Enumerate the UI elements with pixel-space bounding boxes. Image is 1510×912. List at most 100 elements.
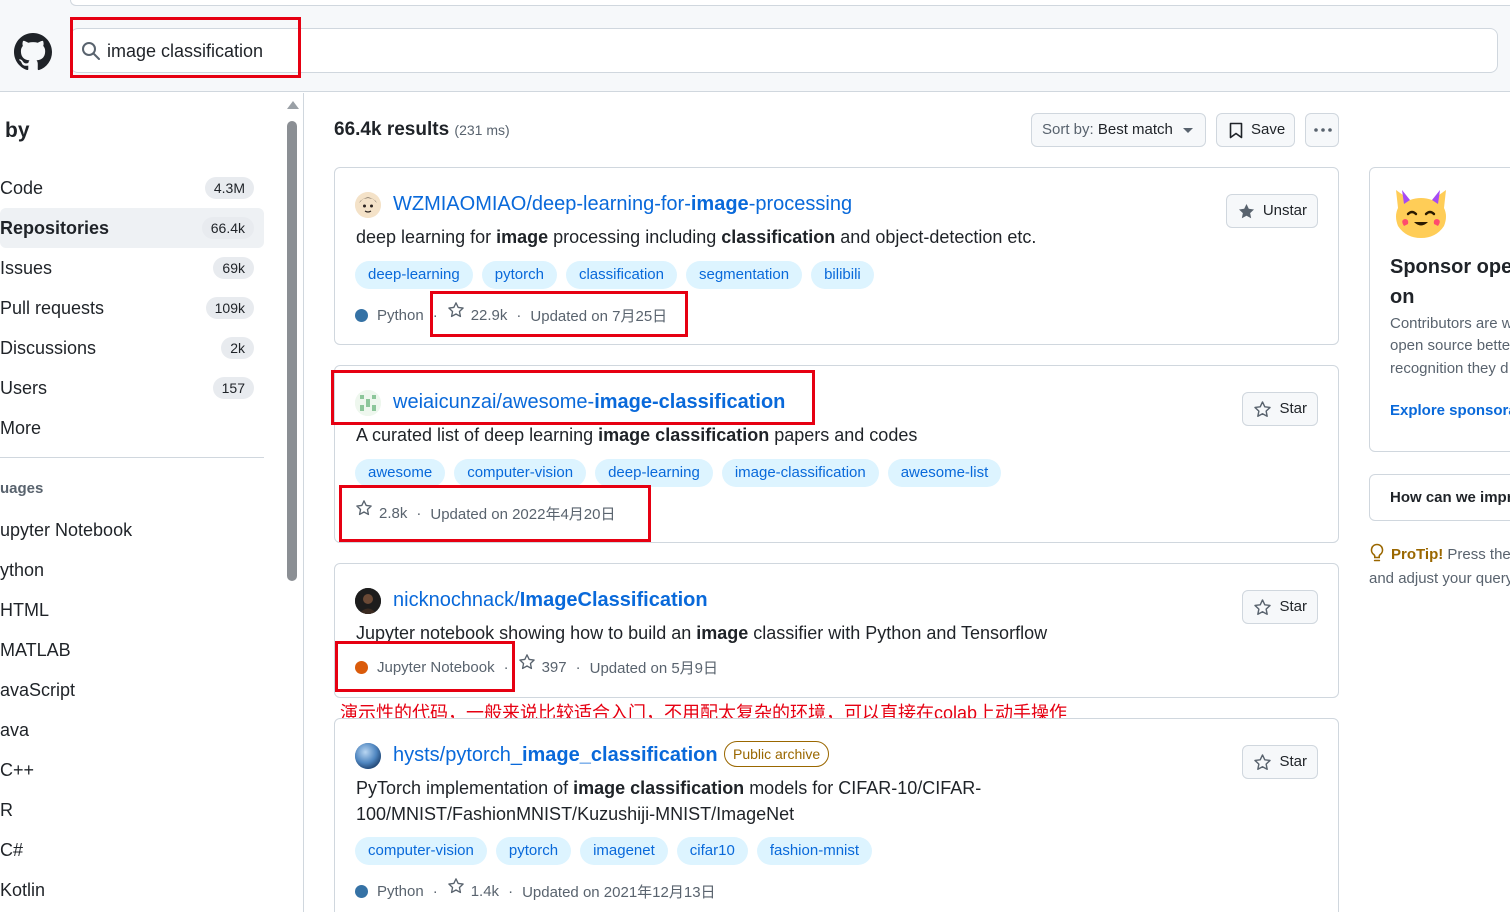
protip-text: and adjust your query — [1369, 570, 1510, 587]
filter-title: by — [5, 119, 30, 142]
repo-meta: Python · 22.9k · Updated on 7月25日 — [355, 301, 667, 325]
search-box[interactable] — [70, 28, 1498, 73]
save-search-button[interactable]: Save — [1216, 113, 1295, 147]
language-filter-item[interactable]: ava — [0, 720, 29, 741]
sidebar-item-more[interactable]: More — [0, 408, 264, 448]
repo-result-card: hysts/pytorch_image_classification Publi… — [334, 718, 1339, 912]
tab-strip — [70, 0, 1510, 6]
sidebar-item-code[interactable]: Code 4.3M — [0, 168, 264, 208]
topic-tag[interactable]: computer-vision — [355, 837, 487, 865]
star-count[interactable]: 2.8k — [379, 505, 407, 522]
topic-tag[interactable]: deep-learning — [355, 261, 473, 289]
topic-tag[interactable]: classification — [565, 261, 677, 289]
sidebar-item-issues[interactable]: Issues 69k — [0, 248, 264, 288]
feedback-card[interactable]: How can we impro — [1369, 474, 1510, 521]
sort-dropdown-button[interactable]: Sort by: Best match — [1031, 113, 1206, 147]
star-icon — [447, 302, 464, 318]
sidebar-item-label: More — [0, 418, 42, 438]
repo-name-part: awesome- — [501, 391, 595, 413]
language-filter-item[interactable]: R — [0, 800, 13, 821]
owner-avatar[interactable] — [355, 588, 381, 614]
repo-link[interactable]: WZMIAOMIAO/deep-learning-for-image-proce… — [393, 193, 852, 216]
repo-name-highlight: image-classification — [594, 391, 786, 413]
repo-owner: weiaicunzai/ — [393, 391, 502, 413]
topic-tag[interactable]: image-classification — [721, 459, 879, 487]
meta-separator: · — [575, 658, 581, 676]
explore-sponsorable-link[interactable]: Explore sponsoral — [1390, 402, 1510, 419]
language-color-dot — [355, 308, 368, 322]
sidebar-item-repositories[interactable]: Repositories 66.4k — [0, 208, 264, 248]
star-icon — [356, 500, 372, 516]
language-filter-item[interactable]: MATLAB — [0, 640, 71, 661]
sidebar-item-discussions[interactable]: Discussions 2k — [0, 328, 264, 368]
topic-tag[interactable]: awesome-list — [887, 459, 1002, 487]
sidebar-item-label: Users — [0, 378, 48, 398]
meta-separator: · — [416, 504, 422, 522]
repo-link[interactable]: nicknochnack/ImageClassification — [393, 589, 708, 612]
repo-name-highlight: ImageClassification — [519, 589, 708, 611]
repo-description: PyTorch implementation of image classifi… — [356, 775, 1246, 827]
count-badge: 4.3M — [204, 177, 254, 199]
count-badge: 109k — [205, 297, 254, 319]
repo-name-part: -processing — [748, 193, 853, 215]
star-button[interactable]: Star — [1242, 745, 1318, 779]
language-filter-item[interactable]: upyter Notebook — [0, 520, 132, 541]
sidebar-scrollbar[interactable] — [285, 93, 299, 912]
topic-tag[interactable]: imagenet — [580, 837, 668, 865]
github-logo-icon[interactable] — [14, 33, 52, 71]
light-bulb-icon — [1370, 543, 1384, 562]
filter-sidebar: by Code 4.3M Repositories 66.4k Issues 6… — [0, 93, 304, 912]
language-filter-item[interactable]: ython — [0, 560, 44, 581]
repo-language: Python — [377, 306, 424, 324]
topic-tag[interactable]: awesome — [355, 459, 446, 487]
sponsor-text: Contributors are w — [1390, 315, 1510, 332]
star-button[interactable]: Star — [1242, 392, 1318, 426]
star-button[interactable]: Star — [1242, 590, 1318, 624]
language-filter-item[interactable]: HTML — [0, 600, 49, 621]
owner-avatar[interactable] — [355, 390, 381, 416]
owner-avatar[interactable] — [355, 743, 381, 769]
sidebar-item-label: Code — [0, 178, 44, 198]
languages-heading: uages — [0, 480, 44, 497]
topic-tag[interactable]: segmentation — [686, 261, 803, 289]
scrollbar-thumb[interactable] — [287, 121, 297, 581]
topic-tag[interactable]: fashion-mnist — [756, 837, 873, 865]
star-button-label: Unstar — [1262, 202, 1307, 219]
repo-owner: hysts/ — [393, 744, 446, 766]
star-count[interactable]: 22.9k — [471, 307, 508, 324]
topic-tag[interactable]: deep-learning — [595, 459, 713, 487]
topic-tag[interactable]: pytorch — [495, 837, 572, 865]
language-color-dot — [355, 884, 368, 898]
sort-prefix: Sort by: — [1042, 121, 1094, 138]
language-filter-item[interactable]: Kotlin — [0, 880, 45, 901]
star-count[interactable]: 1.4k — [471, 883, 499, 900]
topic-tag[interactable]: pytorch — [481, 261, 557, 289]
repo-description: Jupyter notebook showing how to build an… — [356, 620, 1246, 646]
repo-link[interactable]: hysts/pytorch_image_classification — [393, 744, 718, 767]
repo-owner: WZMIAOMIAO/ — [393, 193, 532, 215]
repo-link[interactable]: weiaicunzai/awesome-image-classification — [393, 391, 785, 414]
owner-avatar[interactable] — [355, 192, 381, 218]
topic-tag[interactable]: cifar10 — [676, 837, 748, 865]
desc-text: A curated list of deep learning — [356, 425, 599, 445]
more-options-button[interactable] — [1305, 113, 1339, 147]
scroll-up-arrow-icon[interactable] — [287, 101, 299, 109]
sidebar-item-users[interactable]: Users 157 — [0, 368, 264, 408]
language-filter-item[interactable]: avaScript — [0, 680, 75, 701]
header-bar — [0, 0, 1510, 92]
feedback-label: How can we impro — [1390, 489, 1510, 506]
topic-tag[interactable]: computer-vision — [454, 459, 587, 487]
sponsor-text: recognition they d — [1390, 360, 1509, 377]
star-icon — [1254, 754, 1272, 771]
desc-text: papers and codes — [769, 425, 918, 445]
star-count[interactable]: 397 — [542, 659, 567, 676]
topic-tag[interactable]: bilibili — [811, 261, 874, 289]
search-input[interactable] — [107, 37, 1467, 65]
language-filter-item[interactable]: C++ — [0, 760, 34, 781]
sidebar-item-pull-requests[interactable]: Pull requests 109k — [0, 288, 264, 328]
count-badge: 157 — [212, 377, 254, 399]
avatar-identicon-icon — [355, 390, 381, 416]
language-filter-item[interactable]: C# — [0, 840, 23, 861]
unstar-button[interactable]: Unstar — [1225, 194, 1318, 228]
desc-highlight: image — [696, 623, 749, 643]
